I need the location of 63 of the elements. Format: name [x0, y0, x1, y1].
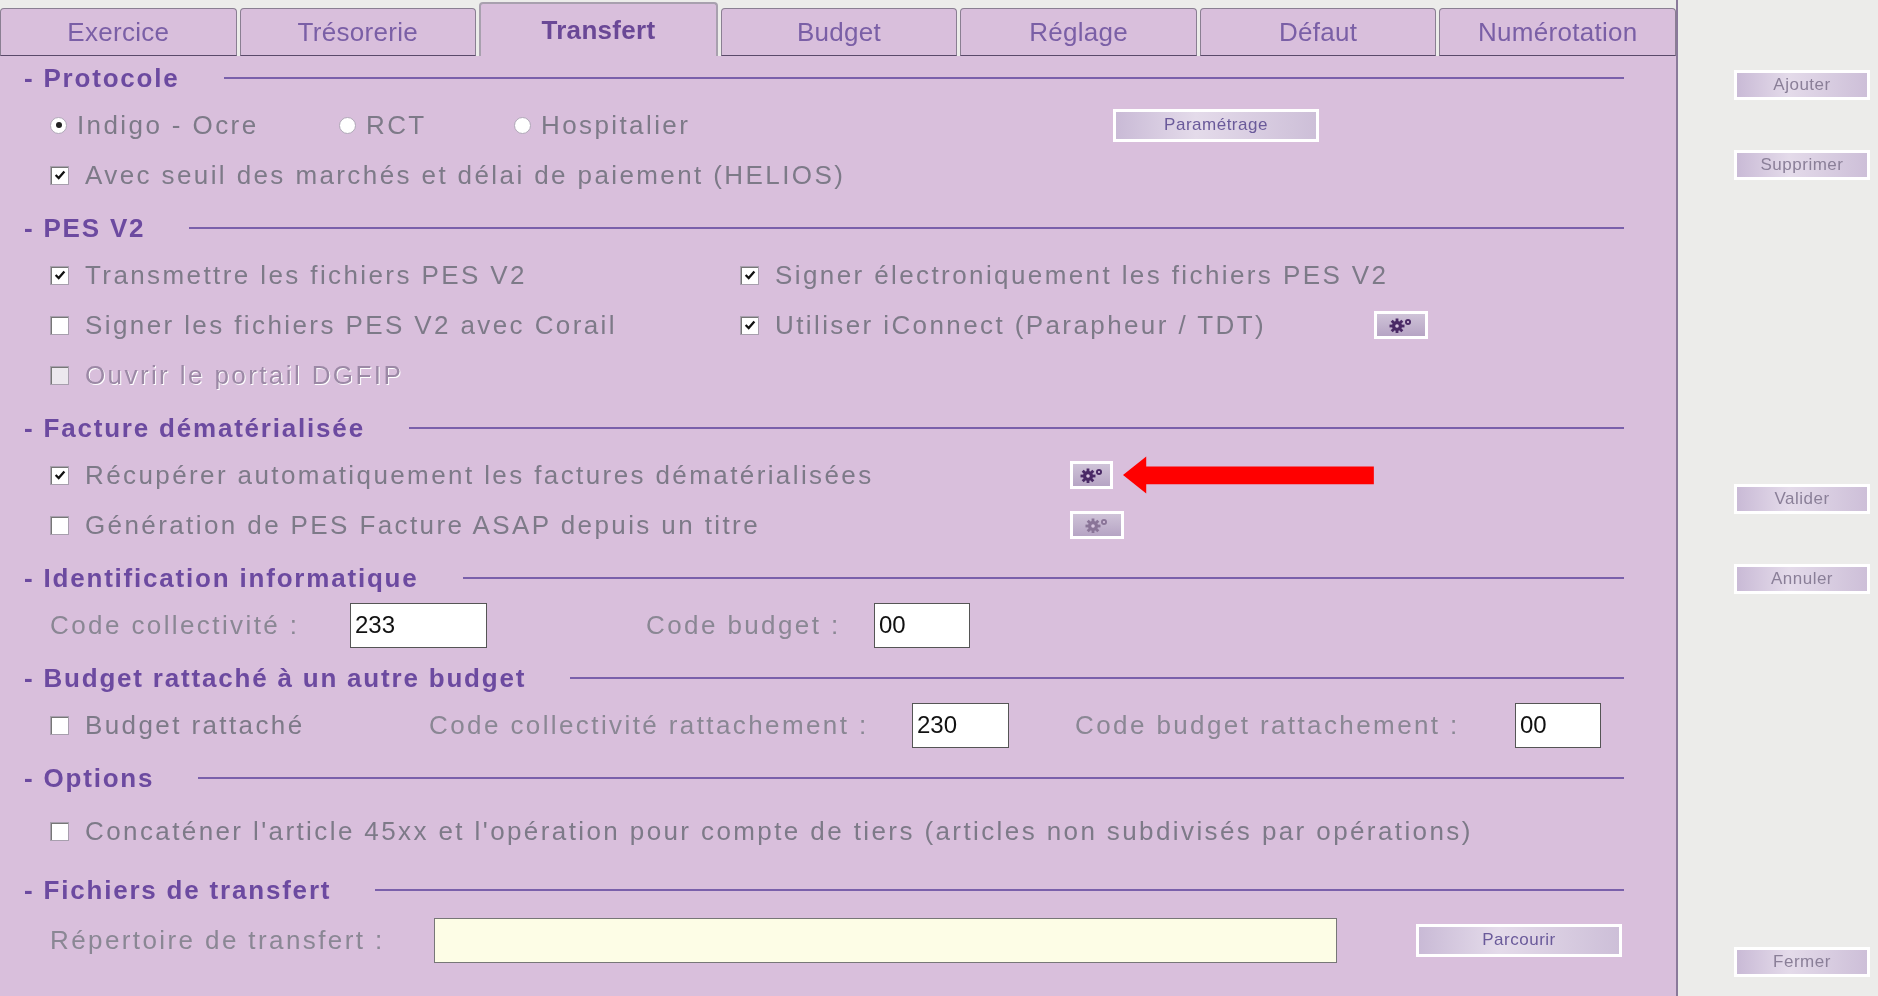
field-label: Code collectivité rattachement : [429, 709, 870, 741]
checkbox[interactable] [740, 315, 759, 335]
checkbox-label: Ouvrir le portail DGFIP [85, 359, 404, 391]
browse-button[interactable]: Parcourir [1416, 923, 1622, 957]
radio-button[interactable] [50, 116, 67, 134]
section-title: - Options [24, 762, 155, 794]
checkbox[interactable] [50, 821, 69, 841]
check-icon [742, 268, 757, 282]
input-field[interactable]: 00 [1515, 702, 1601, 748]
checkbox-label: Signer électroniquement les fichiers PES V2 [775, 259, 1389, 291]
tab[interactable]: Budget [720, 8, 958, 56]
section-title: - Facture dématérialisée [24, 412, 365, 444]
checkbox-label: Signer les fichiers PES V2 avec Corail [85, 309, 617, 341]
settings-button[interactable] [1374, 311, 1428, 339]
section-title: - Identification informatique [24, 562, 419, 594]
check-icon [52, 468, 67, 482]
checkbox[interactable] [50, 315, 69, 335]
checkbox[interactable] [50, 715, 69, 735]
radio-label: Indigo - Ocre [77, 109, 259, 141]
section-title: - Budget rattaché à un autre budget [24, 662, 527, 694]
tab[interactable]: Défaut [1199, 8, 1437, 56]
field-label: Répertoire de transfert : [50, 924, 386, 956]
input-field[interactable]: 233 [350, 602, 487, 648]
tab[interactable]: Trésorerie [239, 8, 477, 56]
checkbox[interactable] [50, 515, 69, 535]
action-button[interactable]: Annuler [1734, 564, 1870, 594]
radio-label: Hospitalier [541, 109, 691, 141]
tab[interactable]: Réglage [960, 8, 1197, 56]
field-label: Code budget rattachement : [1075, 709, 1461, 741]
tab[interactable]: Exercice [0, 8, 237, 56]
tab[interactable]: Numérotation [1439, 8, 1677, 56]
checkbox-label: Budget rattaché [85, 709, 305, 741]
action-button[interactable]: Ajouter [1734, 70, 1870, 100]
field-label: Code collectivité : [50, 609, 301, 641]
checkbox-label: Avec seuil des marchés et délai de paiement (HELIOS) [85, 159, 846, 191]
radio-button[interactable] [514, 116, 531, 134]
checkbox[interactable] [50, 465, 69, 485]
action-button[interactable]: Fermer [1734, 947, 1870, 977]
section-title: - Protocole [24, 62, 180, 94]
settings-button[interactable] [1070, 461, 1114, 489]
checkbox[interactable] [740, 265, 759, 285]
input-field[interactable]: 00 [874, 602, 970, 648]
check-icon [742, 318, 757, 332]
checkbox-label: Utiliser iConnect (Parapheur / TDT) [775, 309, 1266, 341]
settings-button[interactable]: Paramétrage [1113, 108, 1319, 142]
radio-label: RCT [366, 109, 427, 141]
input-field[interactable]: 230 [912, 702, 1009, 748]
checkbox-label: Génération de PES Facture ASAP depuis un titre [85, 509, 761, 541]
tab[interactable]: Transfert [479, 2, 718, 56]
check-icon [52, 168, 67, 182]
checkbox-label: Récupérer automatiquement les factures dématérialisées [85, 459, 874, 491]
checkbox[interactable] [50, 165, 69, 185]
input-field[interactable] [434, 917, 1337, 963]
action-button[interactable]: Valider [1734, 484, 1870, 514]
field-label: Code budget : [646, 609, 842, 641]
section-title: - Fichiers de transfert [24, 874, 332, 906]
checkbox-label: Transmettre les fichiers PES V2 [85, 259, 527, 291]
check-icon [52, 268, 67, 282]
checkbox[interactable] [50, 265, 69, 285]
section-title: - PES V2 [24, 212, 146, 244]
action-button[interactable]: Supprimer [1734, 150, 1870, 180]
checkbox-label: Concaténer l'article 45xx et l'opération pour compte de tiers (articles non subdivisés par opérations) [85, 815, 1473, 847]
radio-button[interactable] [339, 116, 356, 134]
